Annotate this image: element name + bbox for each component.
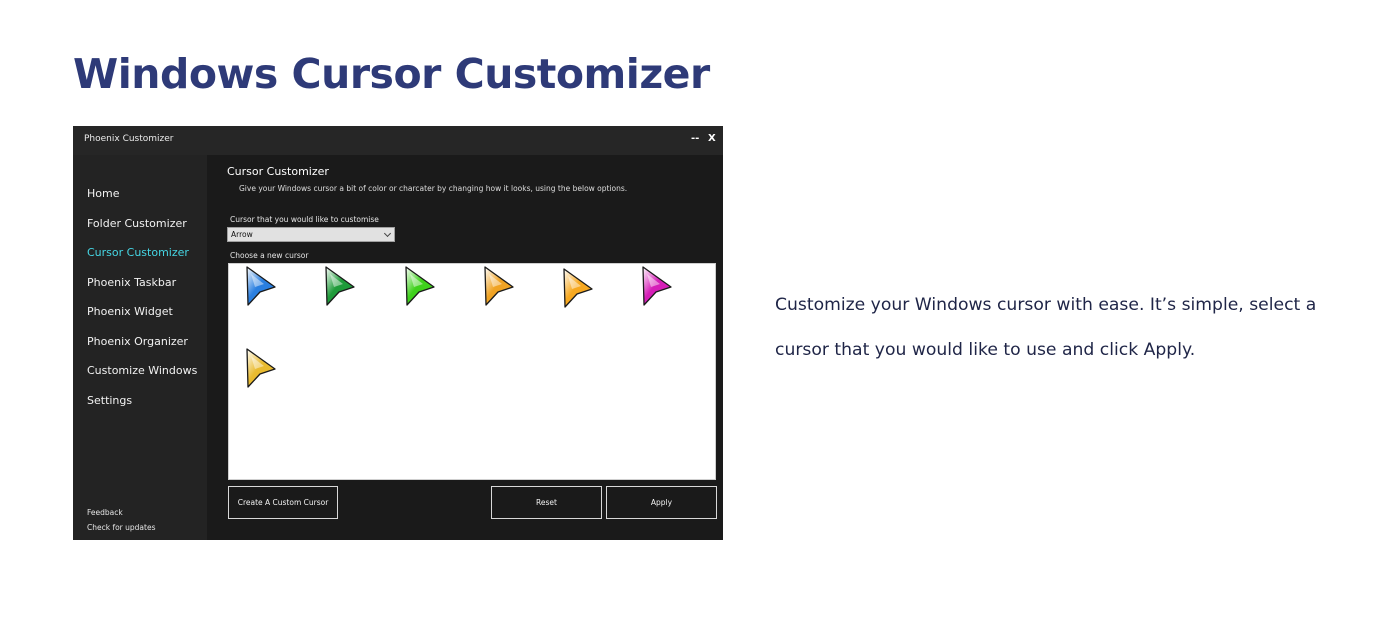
window-titlebar: Phoenix Customizer -- X — [73, 126, 723, 155]
window-title: Phoenix Customizer — [84, 134, 174, 144]
sidebar-item-home[interactable]: Home — [87, 187, 119, 200]
sidebar-item-cursor-customizer[interactable]: Cursor Customizer — [87, 246, 189, 259]
check-updates-link[interactable]: Check for updates — [87, 523, 156, 532]
cursor-grid-label: Choose a new cursor — [230, 251, 309, 260]
minimize-button[interactable]: -- — [691, 133, 699, 144]
orange-arrow-cursor-icon — [484, 266, 514, 306]
sidebar: Home Folder Customizer Cursor Customizer… — [73, 155, 207, 540]
section-description: Give your Windows cursor a bit of color … — [239, 184, 628, 193]
cursor-option[interactable] — [403, 265, 439, 311]
cursor-option[interactable] — [561, 267, 597, 313]
cursor-option[interactable] — [482, 265, 518, 311]
green-arrow-cursor-icon — [325, 266, 355, 306]
cursor-select-label: Cursor that you would like to customise — [230, 215, 379, 224]
app-window-screenshot: Phoenix Customizer -- X Home Folder Cust… — [73, 126, 723, 540]
chevron-down-icon — [383, 229, 392, 238]
cursor-option[interactable] — [640, 265, 676, 311]
cursor-option[interactable] — [244, 265, 280, 311]
page-title: Windows Cursor Customizer — [73, 50, 710, 98]
close-button[interactable]: X — [708, 133, 716, 144]
apply-button[interactable]: Apply — [606, 486, 717, 519]
amber-arrow-cursor-icon — [563, 268, 593, 308]
sidebar-item-phoenix-organizer[interactable]: Phoenix Organizer — [87, 335, 188, 348]
sidebar-item-settings[interactable]: Settings — [87, 394, 132, 407]
magenta-arrow-cursor-icon — [642, 266, 672, 306]
blue-arrow-cursor-icon — [246, 266, 276, 306]
feedback-link[interactable]: Feedback — [87, 508, 123, 517]
cursor-type-select[interactable]: Arrow — [227, 227, 395, 242]
cursor-option[interactable] — [244, 347, 280, 393]
sidebar-item-phoenix-widget[interactable]: Phoenix Widget — [87, 305, 173, 318]
section-heading: Cursor Customizer — [227, 165, 329, 178]
lime-arrow-cursor-icon — [405, 266, 435, 306]
reset-button[interactable]: Reset — [491, 486, 602, 519]
feature-description: Customize your Windows cursor with ease.… — [775, 295, 1317, 360]
gold-arrow-cursor-icon — [246, 348, 276, 388]
cursor-option[interactable] — [323, 265, 359, 311]
cursor-type-value: Arrow — [231, 230, 253, 239]
sidebar-item-customize-windows[interactable]: Customize Windows — [87, 364, 197, 377]
create-custom-cursor-button[interactable]: Create A Custom Cursor — [228, 486, 338, 519]
sidebar-item-folder-customizer[interactable]: Folder Customizer — [87, 217, 187, 230]
cursor-grid — [228, 263, 716, 480]
sidebar-item-phoenix-taskbar[interactable]: Phoenix Taskbar — [87, 276, 176, 289]
